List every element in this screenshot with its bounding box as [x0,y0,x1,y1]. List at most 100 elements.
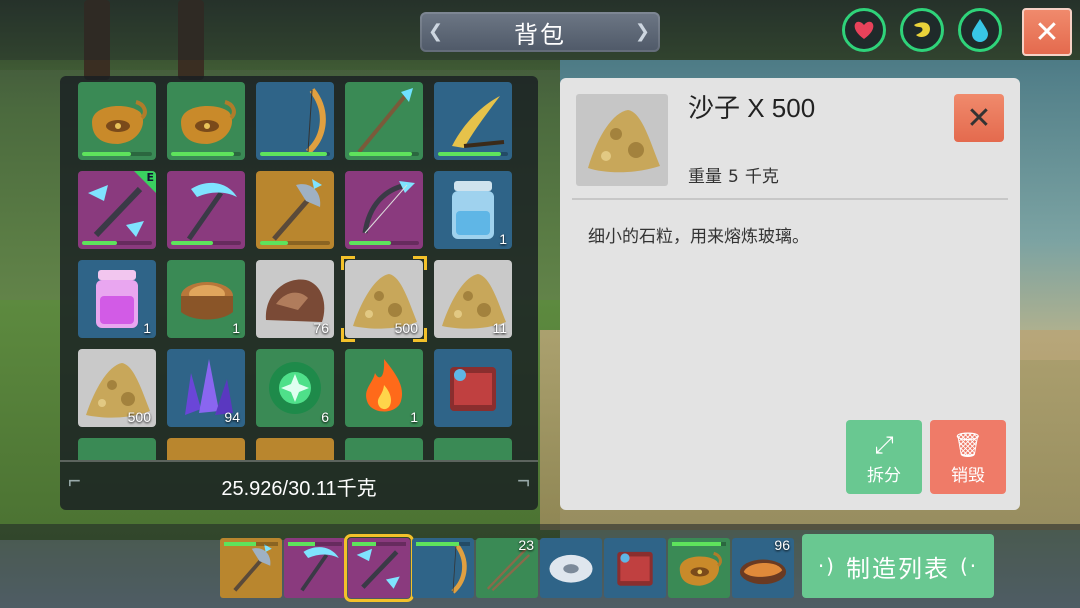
carry-weight-text: 25.926/30.11千克 [221,477,377,500]
page-title: 背包 [514,20,566,49]
hotbar-slot[interactable] [412,538,474,598]
durability-fill [349,152,412,156]
inventory-slot[interactable] [256,438,334,460]
item-weight: 重量 5 千克 [688,162,779,187]
hotbar-slot[interactable] [284,538,346,598]
title-plate: ❮ 背包 ❯ [420,12,660,52]
pouch-icon [668,551,730,598]
inventory-slot[interactable]: 1 [167,260,245,338]
arrows-icon [476,547,538,598]
durability-fill [260,152,327,156]
shell-disk-icon [540,554,602,598]
hotbar-slot[interactable] [344,534,414,602]
durability-fill [352,542,377,546]
frame-ornament-icon: ¬ [517,468,530,493]
crystal-pickaxe-icon [284,547,346,598]
cooked-meat-icon [732,559,794,598]
stomach-icon[interactable] [900,8,944,52]
inventory-slot[interactable] [345,171,423,249]
inventory-slot[interactable] [434,82,512,160]
inventory-slot[interactable]: 500 [78,349,156,427]
inventory-grid[interactable]: E 1 1 1 76 500 11 500 94 6 1 [78,82,526,460]
ornament-icon: (· [960,554,979,578]
craft-list-button[interactable]: ·) 制造列表 (· [802,534,994,598]
durability-fill [288,542,315,546]
inventory-slot[interactable] [345,438,423,460]
durability-fill [349,241,391,245]
close-button[interactable]: ✕ [1022,8,1072,56]
durability-bar [171,241,241,245]
selection-frame [341,256,355,270]
item-count: 11 [492,320,507,336]
durability-bar [82,241,152,245]
inventory-slot[interactable] [345,82,423,160]
durability-fill [416,542,460,546]
item-count: 500 [127,409,151,425]
inventory-slot[interactable]: 76 [256,260,334,338]
durability-bar [260,241,330,245]
durability-bar [224,542,278,546]
inventory-slot[interactable] [256,171,334,249]
hotbar-slot[interactable] [668,538,730,598]
durability-bar [349,241,419,245]
inventory-slot[interactable]: 11 [434,260,512,338]
item-detail-panel: 沙子 X 500 重量 5 千克 ✕ 细小的石粒，用来熔炼玻璃。 ⤢ 拆分 🗑 销毁 [560,78,1020,510]
durability-bar [438,152,508,156]
durability-bar [288,542,342,546]
inventory-panel: E 1 1 1 76 500 11 500 94 6 1 ⌐ 25.926/30.11千克 ¬ [60,76,538,510]
inventory-slot[interactable] [78,438,156,460]
crystal-crossbow-icon [348,548,410,598]
camera-icon [604,551,666,598]
inventory-slot[interactable] [434,349,512,427]
inventory-slot[interactable]: 6 [256,349,334,427]
inventory-slot[interactable] [167,171,245,249]
inventory-slot[interactable] [78,82,156,160]
item-description: 细小的石粒，用来熔炼玻璃。 [588,227,809,247]
crystal-axe-icon [220,544,282,598]
trash-icon: 🗑 [952,431,984,459]
item-count: 1 [143,320,151,336]
durability-bar [82,152,152,156]
hotbar-slot[interactable] [604,538,666,598]
item-count: 6 [321,409,329,425]
item-count: 1 [232,320,240,336]
weight-unit: 千克 [744,167,779,187]
inventory-slot[interactable]: 1 [434,171,512,249]
heart-icon[interactable] [842,8,886,52]
durability-fill [82,152,131,156]
hotbar-slot[interactable]: 96 [732,538,794,598]
inventory-slot[interactable] [167,82,245,160]
durability-fill [171,241,213,245]
durability-bar [416,542,470,546]
selection-frame [341,328,355,342]
inventory-slot[interactable]: E [78,171,156,249]
hotbar-slot[interactable]: 23 [476,538,538,598]
equipped-letter: E [146,171,154,184]
item-count: 23 [518,538,534,553]
water-drop-icon[interactable] [958,8,1002,52]
durability-bar [260,152,330,156]
close-icon: ✕ [966,100,992,136]
sand-pile-icon [588,110,660,173]
close-detail-button[interactable]: ✕ [954,94,1004,142]
weight-value: 5 [728,167,739,187]
durability-fill [260,241,288,245]
inventory-slot[interactable] [434,438,512,460]
destroy-button[interactable]: 🗑 销毁 [930,420,1006,494]
inventory-slot[interactable]: 1 [345,349,423,427]
durability-bar [352,542,406,546]
inventory-slot[interactable] [256,82,334,160]
hotbar-slot[interactable] [540,538,602,598]
inventory-slot[interactable]: 500 [345,260,423,338]
item-count: 1 [410,409,418,425]
bow-icon [412,542,474,598]
weight-label: 重量 [688,167,722,187]
split-button[interactable]: ⤢ 拆分 [846,420,922,494]
frame-ornament-icon: ⌐ [68,468,81,493]
inventory-slot[interactable]: 94 [167,349,245,427]
hotbar-slot[interactable] [220,538,282,598]
inventory-slot[interactable] [167,438,245,460]
craft-list-label: 制造列表 [846,554,950,583]
durability-fill [171,152,234,156]
inventory-slot[interactable]: 1 [78,260,156,338]
